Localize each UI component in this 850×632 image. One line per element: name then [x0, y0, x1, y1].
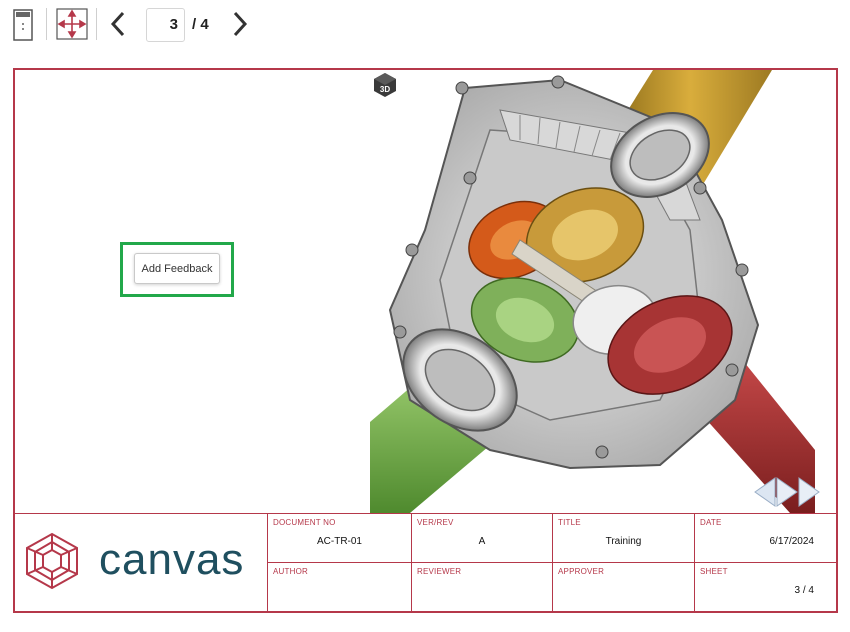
ver-rev-label: VER/REV: [417, 518, 454, 527]
toolbar-separator: [46, 8, 47, 40]
add-feedback-button[interactable]: Add Feedback: [134, 253, 220, 284]
drawing-viewer: 3 / 4 3D Add Feedback canvas DOCUMENT NO…: [0, 0, 850, 632]
drawing-sheet: 3D Add Feedback canvas DOCUMENT NO AC-TR…: [13, 68, 838, 613]
canvas-logo-icon: [26, 532, 78, 590]
document-no-label: DOCUMENT NO: [273, 518, 336, 527]
author-cell: AUTHOR: [268, 563, 412, 611]
sheet-cell: SHEET 3 / 4: [695, 563, 836, 611]
approver-cell: APPROVER: [553, 563, 695, 611]
document-no-cell: DOCUMENT NO AC-TR-01: [268, 514, 412, 563]
page-number-input[interactable]: 3: [146, 8, 185, 42]
page-total: / 4: [192, 16, 209, 33]
previous-page-button[interactable]: [104, 8, 132, 40]
date-cell: DATE 6/17/2024: [695, 514, 836, 563]
title-block: canvas DOCUMENT NO AC-TR-01 VER/REV A TI…: [15, 513, 836, 611]
sheet-label: SHEET: [700, 567, 728, 576]
ver-rev-cell: VER/REV A: [412, 514, 553, 563]
reviewer-label: REVIEWER: [417, 567, 462, 576]
title-cell: TITLE Training: [553, 514, 695, 563]
chevron-right-icon: [233, 11, 248, 37]
panel-toggle-button[interactable]: [12, 8, 34, 42]
title-value: Training: [605, 536, 642, 547]
date-label: DATE: [700, 518, 722, 527]
logo-wordmark: canvas: [99, 535, 245, 584]
approver-label: APPROVER: [558, 567, 605, 576]
author-label: AUTHOR: [273, 567, 308, 576]
panel-toggle-icon: [13, 9, 33, 41]
model-3d-view[interactable]: [370, 70, 815, 513]
document-no-value: AC-TR-01: [316, 536, 362, 547]
svg-text:3D: 3D: [380, 85, 390, 94]
logo-area: canvas: [15, 514, 268, 611]
chevron-left-icon: [110, 11, 125, 37]
toolbar-separator: [96, 8, 97, 40]
ver-rev-value: A: [478, 536, 486, 547]
carousel-arrows-icon[interactable]: [753, 474, 823, 510]
fit-view-icon: [56, 8, 88, 40]
fit-view-button[interactable]: [56, 8, 88, 40]
3d-cube-icon[interactable]: 3D: [372, 72, 398, 98]
date-value: 6/17/2024: [769, 536, 815, 547]
toolbar: 3 / 4: [0, 0, 850, 50]
title-label: TITLE: [558, 518, 581, 527]
next-page-button[interactable]: [226, 8, 254, 40]
reviewer-cell: REVIEWER: [412, 563, 553, 611]
sheet-value: 3 / 4: [794, 585, 814, 596]
